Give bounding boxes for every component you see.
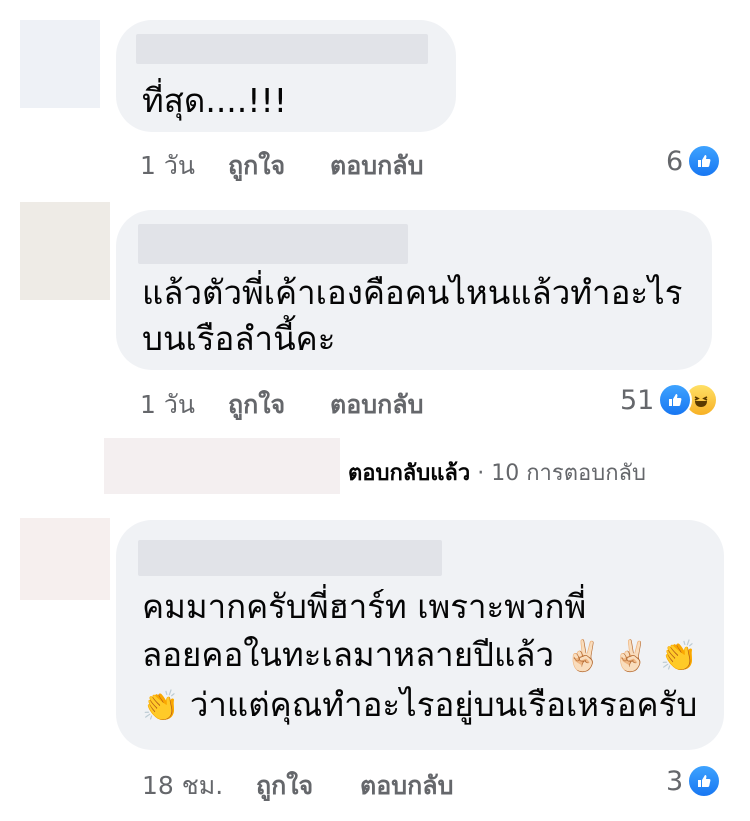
- reply-avatar[interactable]: [104, 438, 340, 494]
- comment-time[interactable]: 18 ชม.: [142, 766, 223, 806]
- reply-count: 10 การตอบกลับ: [491, 461, 646, 486]
- like-link[interactable]: ถูกใจ: [256, 766, 313, 806]
- comment-text-line: 👏 ว่าแต่คุณทำอะไรอยู่บนเรือเหรอครับ: [142, 680, 697, 732]
- comment-text-segment: ลอยคอในทะเลมาหลายปีแล้ว: [142, 635, 555, 674]
- thumbs-up-icon: [687, 764, 722, 798]
- replied-label: ตอบกลับแล้ว: [348, 461, 471, 486]
- reaction-count: 6: [666, 145, 684, 177]
- clapping-hands-icon: 👏: [660, 639, 698, 674]
- victory-hand-icon: ✌🏻: [564, 639, 602, 674]
- reply-link[interactable]: ตอบกลับ: [330, 385, 423, 425]
- clapping-hands-icon: 👏: [142, 689, 180, 724]
- comment-bubble: ที่สุด....!!!: [116, 20, 456, 132]
- comment-bubble: คมมากครับพี่ฮาร์ท เพราะพวกพี่ ลอยคอในทะเ…: [116, 520, 724, 750]
- comment-text-segment: ว่าแต่คุณทำอะไรอยู่บนเรือเหรอครับ: [189, 685, 698, 724]
- like-link[interactable]: ถูกใจ: [228, 385, 285, 425]
- avatar[interactable]: [20, 518, 110, 600]
- reaction-count: 3: [666, 765, 684, 797]
- comment-time[interactable]: 1 วัน: [140, 146, 195, 186]
- reply-link[interactable]: ตอบกลับ: [360, 766, 453, 806]
- reaction-summary[interactable]: 3: [666, 764, 722, 798]
- comment-bubble: แล้วตัวพี่เค้าเองคือคนไหนแล้วทำอะไร บนเร…: [116, 210, 712, 370]
- comment-text-line: คมมากครับพี่ฮาร์ท เพราะพวกพี่: [142, 587, 587, 626]
- thumbs-up-icon: [687, 144, 722, 178]
- reaction-summary[interactable]: 6: [666, 144, 722, 178]
- avatar[interactable]: [20, 202, 110, 300]
- separator: ·: [477, 461, 485, 486]
- thumbs-up-icon: [658, 383, 693, 417]
- comment-text: ที่สุด....!!!: [142, 81, 287, 120]
- view-replies-link[interactable]: ตอบกลับแล้ว · 10 การตอบกลับ: [348, 455, 646, 490]
- comment-text-line: แล้วตัวพี่เค้าเองคือคนไหนแล้วทำอะไร: [142, 273, 683, 312]
- victory-hand-icon: ✌🏻: [612, 639, 650, 674]
- comment-time[interactable]: 1 วัน: [140, 385, 195, 425]
- reaction-summary[interactable]: 51: [620, 383, 719, 417]
- like-link[interactable]: ถูกใจ: [228, 146, 285, 186]
- commenter-name[interactable]: [138, 540, 442, 576]
- commenter-name[interactable]: [136, 34, 428, 64]
- avatar[interactable]: [20, 20, 100, 108]
- comment-text-line: บนเรือลำนี้คะ: [142, 319, 336, 358]
- reply-link[interactable]: ตอบกลับ: [330, 146, 423, 186]
- commenter-name[interactable]: [138, 224, 408, 264]
- comment-text-line: ลอยคอในทะเลมาหลายปีแล้ว ✌🏻 ✌🏻 👏: [142, 630, 698, 682]
- reaction-count: 51: [620, 384, 655, 416]
